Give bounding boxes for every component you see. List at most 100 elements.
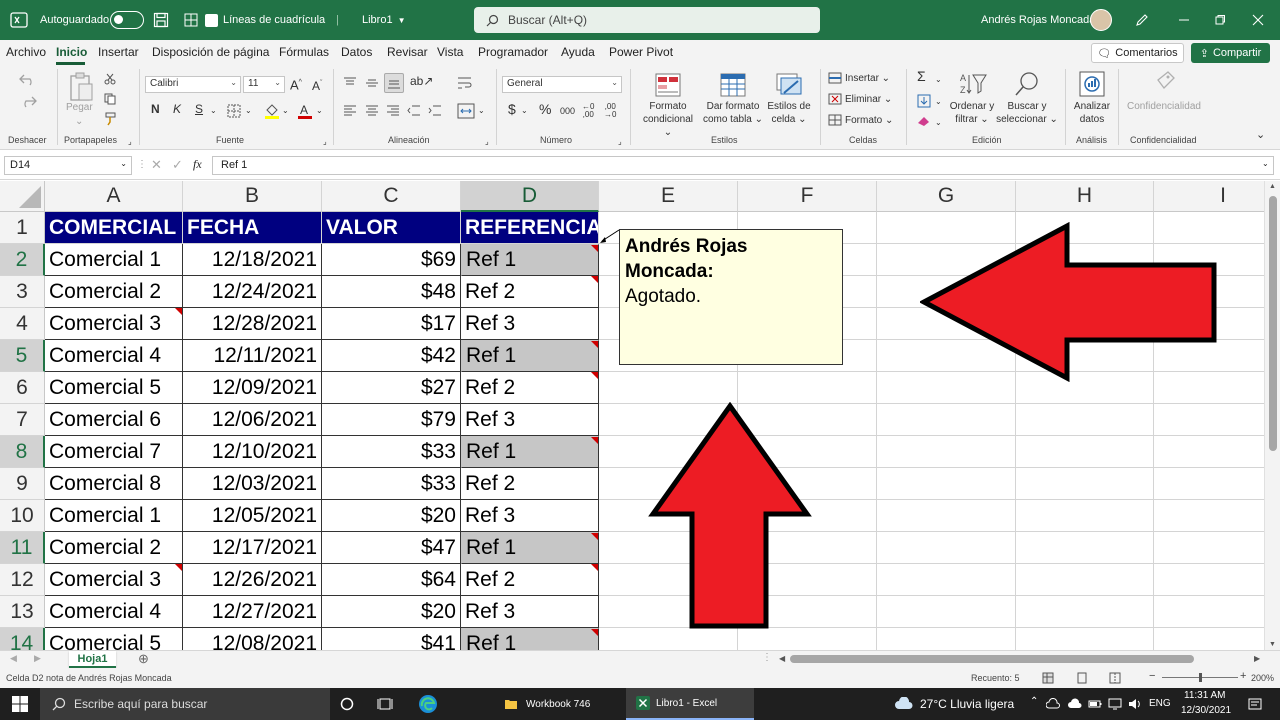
cell-comercial[interactable]: Comercial 3	[45, 564, 183, 596]
row-header[interactable]: 9	[0, 468, 45, 500]
cell-comercial[interactable]: Comercial 3	[45, 308, 183, 340]
cell-referencia[interactable]: Ref 2	[461, 276, 599, 308]
cell[interactable]	[1154, 628, 1280, 650]
conditional-format-button[interactable]: Formato condicional ⌄	[638, 100, 698, 139]
cell[interactable]	[1016, 436, 1154, 468]
cell-valor[interactable]: $27	[322, 372, 461, 404]
cell-referencia[interactable]: Ref 3	[461, 308, 599, 340]
scroll-up-icon[interactable]: ▲	[1269, 183, 1276, 190]
column-header-b[interactable]: B	[183, 181, 322, 212]
column-header-h[interactable]: H	[1016, 181, 1154, 212]
sensitivity-button[interactable]: Confidencialidad	[1125, 100, 1203, 113]
orientation-icon[interactable]: ab↗	[410, 75, 433, 88]
avatar[interactable]	[1090, 9, 1112, 31]
cell[interactable]	[1154, 468, 1280, 500]
tab-inicio[interactable]: Inicio	[56, 45, 87, 59]
cell-comercial[interactable]: Comercial 4	[45, 596, 183, 628]
column-header-d[interactable]: D	[461, 181, 599, 212]
row-header[interactable]: 6	[0, 372, 45, 404]
row-header[interactable]: 11	[0, 532, 45, 564]
sheet-tab-hoja1[interactable]: Hoja1	[69, 651, 116, 668]
find-select-icon[interactable]	[1014, 71, 1040, 97]
chevron-down-icon[interactable]: ⌄	[478, 104, 485, 117]
font-launcher-icon[interactable]: ⌟	[323, 135, 327, 148]
decrease-font-icon[interactable]: Aˇ	[312, 77, 322, 93]
analyze-data-icon[interactable]	[1078, 70, 1106, 100]
comma-style-icon[interactable]: 000	[560, 105, 575, 118]
cell-fecha[interactable]: 12/28/2021	[183, 308, 322, 340]
save-icon[interactable]	[153, 0, 169, 40]
cell[interactable]	[738, 628, 877, 650]
taskbar-app-excel[interactable]: Libro1 - Excel	[626, 688, 754, 720]
chevron-down-icon[interactable]: ⌄	[245, 104, 252, 117]
insert-function-icon[interactable]: fx	[193, 157, 202, 172]
cell-fecha[interactable]: 12/08/2021	[183, 628, 322, 650]
row-header[interactable]: 12	[0, 564, 45, 596]
cell-valor[interactable]: $17	[322, 308, 461, 340]
row-header[interactable]: 3	[0, 276, 45, 308]
cell[interactable]	[1016, 404, 1154, 436]
vertical-scrollbar[interactable]: ▲ ▼	[1264, 181, 1280, 650]
row-header[interactable]: 14	[0, 628, 45, 650]
windows-start-icon[interactable]	[12, 696, 28, 712]
cloud-icon[interactable]	[1068, 697, 1082, 711]
format-as-table-button[interactable]: Dar formato como tabla ⌄	[701, 100, 765, 126]
align-right-icon[interactable]	[386, 105, 400, 117]
paste-icon[interactable]	[68, 71, 94, 103]
up-arrow-shape[interactable]	[648, 402, 812, 630]
scroll-down-icon[interactable]: ▼	[1269, 641, 1276, 648]
column-header-a[interactable]: A	[45, 181, 183, 212]
cell-fecha[interactable]: 12/05/2021	[183, 500, 322, 532]
close-icon[interactable]	[1240, 0, 1276, 40]
cell-valor[interactable]: $33	[322, 468, 461, 500]
cell-comercial[interactable]: Comercial 5	[45, 628, 183, 650]
cell-comercial[interactable]: Comercial 1	[45, 500, 183, 532]
format-painter-icon[interactable]	[104, 112, 118, 126]
cell-comercial[interactable]: Comercial 5	[45, 372, 183, 404]
redo-icon[interactable]	[18, 93, 38, 109]
font-size-select[interactable]: 11 ⌄	[243, 76, 285, 93]
tab-vista[interactable]: Vista	[437, 45, 463, 59]
zoom-in-icon[interactable]: +	[1240, 670, 1246, 682]
cell[interactable]	[1154, 436, 1280, 468]
cell-comercial[interactable]: Comercial 1	[45, 244, 183, 276]
font-color-icon[interactable]: A	[297, 102, 313, 120]
comments-button[interactable]: 🗨 Comentarios	[1091, 43, 1184, 63]
notifications-icon[interactable]	[1248, 697, 1262, 711]
cell[interactable]	[1016, 468, 1154, 500]
fill-icon[interactable]	[917, 94, 931, 108]
fill-color-icon[interactable]	[264, 102, 280, 120]
onedrive-icon[interactable]	[1046, 698, 1060, 710]
cell-valor[interactable]: $42	[322, 340, 461, 372]
cell[interactable]	[1016, 596, 1154, 628]
tab-formulas[interactable]: Fórmulas	[279, 45, 329, 59]
cell-comercial[interactable]: Comercial 2	[45, 276, 183, 308]
header-cell-fecha[interactable]: FECHA	[183, 212, 322, 244]
cell-fecha[interactable]: 12/17/2021	[183, 532, 322, 564]
cut-icon[interactable]	[104, 73, 116, 85]
chevron-down-icon[interactable]: ⌄	[210, 104, 217, 117]
sensitivity-icon[interactable]	[1152, 70, 1178, 98]
cell-valor[interactable]: $69	[322, 244, 461, 276]
gridlines-checkbox[interactable]: Líneas de cuadrícula	[205, 0, 325, 40]
cell-valor[interactable]: $47	[322, 532, 461, 564]
tab-datos[interactable]: Datos	[341, 45, 372, 59]
increase-indent-icon[interactable]	[428, 105, 442, 117]
autosum-icon[interactable]: Σ	[917, 69, 926, 83]
name-box[interactable]: D14 ⌄	[4, 156, 132, 175]
undo-icon[interactable]	[18, 71, 38, 87]
underline-icon[interactable]: S	[195, 103, 203, 116]
wrap-text-icon[interactable]	[457, 76, 473, 90]
collapse-ribbon-icon[interactable]: ⌄	[1256, 129, 1265, 142]
insert-button[interactable]: Insertar ⌄	[845, 72, 890, 85]
cell[interactable]	[1016, 532, 1154, 564]
row-header[interactable]: 5	[0, 340, 45, 372]
comment-note[interactable]: Andrés Rojas Moncada: Agotado.	[619, 229, 843, 365]
cell-fecha[interactable]: 12/26/2021	[183, 564, 322, 596]
copy-icon[interactable]	[104, 93, 116, 105]
edge-icon[interactable]	[418, 694, 438, 714]
cell-styles-icon[interactable]	[776, 73, 802, 97]
share-button[interactable]: ⇪ Compartir	[1191, 43, 1270, 63]
cell[interactable]	[1154, 404, 1280, 436]
bold-icon[interactable]: N	[151, 103, 160, 116]
